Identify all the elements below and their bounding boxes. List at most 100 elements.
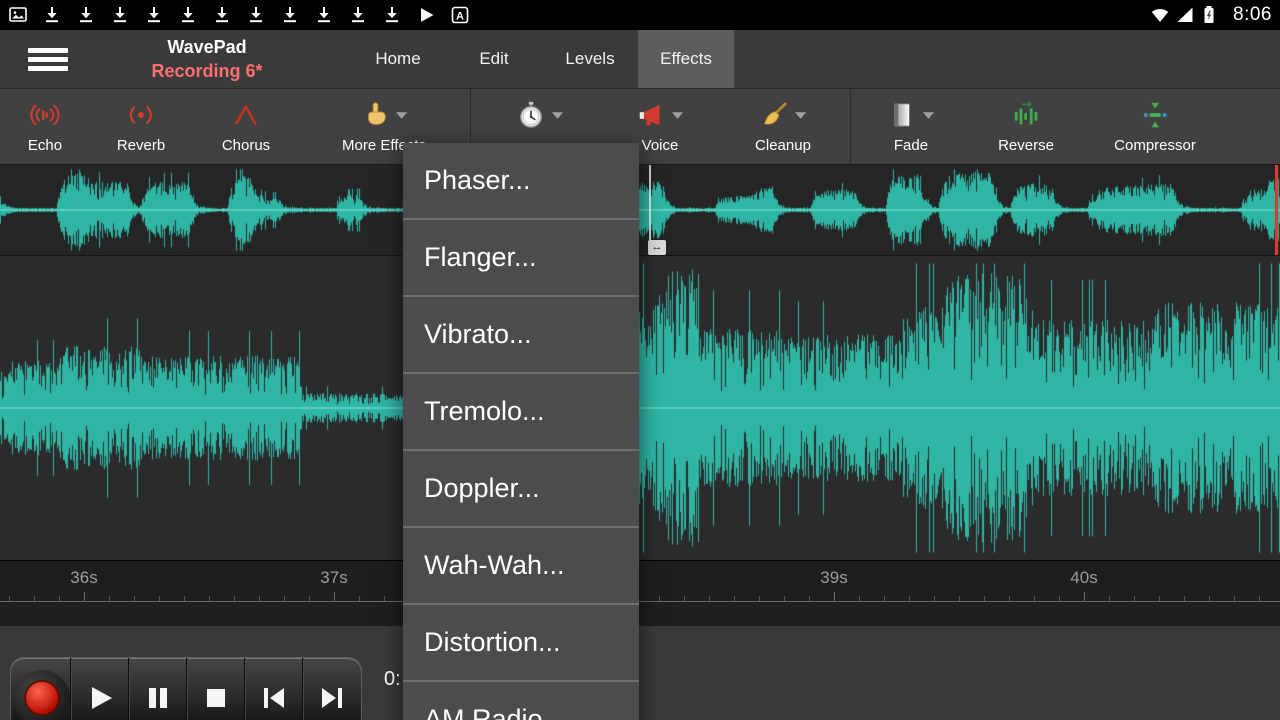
play-button[interactable] <box>70 658 128 720</box>
toolbar-item-reverb[interactable]: Reverb <box>117 89 165 164</box>
ruler-tick <box>59 596 60 601</box>
overview-marker-handle[interactable]: ↔ <box>648 240 666 255</box>
timeline-label: 36s <box>70 568 97 588</box>
menu-item-phaser[interactable]: Phaser... <box>403 143 639 220</box>
document-title: Recording 6* <box>107 59 307 83</box>
ruler-tick <box>759 596 760 601</box>
toolbar-item-fade[interactable]: Fade <box>887 89 935 164</box>
ruler-tick <box>1134 596 1135 601</box>
toolbar-item-compressor[interactable]: Compressor <box>1114 89 1196 164</box>
toolbar-item-label: Voice <box>642 137 679 154</box>
tab-home[interactable]: Home <box>350 30 446 88</box>
playback-time: 0: <box>384 668 401 691</box>
toolbar-item-icon-row <box>1140 97 1170 133</box>
timeline-ruler[interactable]: 36s37s39s40s <box>0 560 1280 626</box>
wavepad-app: A 8:06 WavePad Recording 6* HomeEditLeve… <box>0 0 1280 720</box>
toolbar-item-icon-row <box>887 97 935 133</box>
menu-item-wah-wah[interactable]: Wah-Wah... <box>403 528 639 605</box>
play-icon <box>84 682 116 714</box>
toolbar-item-icon-row <box>636 97 684 133</box>
download-icon <box>348 5 368 25</box>
hamburger-menu-icon[interactable] <box>28 44 68 74</box>
overview-end-cursor <box>1275 165 1278 255</box>
reverb-icon <box>126 100 156 130</box>
tab-edit[interactable]: Edit <box>446 30 542 88</box>
image-icon <box>8 5 28 25</box>
ruler-tick <box>384 596 385 601</box>
toolbar-item-echo[interactable]: Echo <box>28 89 62 164</box>
waveform-overview[interactable] <box>0 165 1280 255</box>
toolbar-item-reverse[interactable]: Reverse <box>998 89 1054 164</box>
system-icons-group <box>1150 5 1220 25</box>
play-icon <box>416 5 436 25</box>
skip-to-start-button[interactable] <box>244 658 302 720</box>
tab-levels[interactable]: Levels <box>542 30 638 88</box>
skip-end-icon <box>316 682 348 714</box>
voice-icon <box>636 100 666 130</box>
menu-item-doppler[interactable]: Doppler... <box>403 451 639 528</box>
toolbar-item-voice[interactable]: Voice <box>636 89 684 164</box>
stop-button[interactable] <box>186 658 244 720</box>
menu-item-vibrato[interactable]: Vibrato... <box>403 297 639 374</box>
toolbar-item-label: Compressor <box>1114 137 1196 154</box>
toolbar-item-icon-row <box>126 97 156 133</box>
download-icon <box>212 5 232 25</box>
signal-icon <box>1175 5 1195 25</box>
reverse-icon <box>1011 100 1041 130</box>
toolbar-item-icon-row <box>30 97 60 133</box>
chorus-icon <box>231 100 261 130</box>
ruler-tick <box>934 596 935 601</box>
ruler-tick <box>209 596 210 601</box>
title-block: WavePad Recording 6* <box>107 35 307 83</box>
more-effects-icon <box>360 100 390 130</box>
menu-item-distortion[interactable]: Distortion... <box>403 605 639 682</box>
waveform-main-view[interactable] <box>0 256 1280 560</box>
ruler-tick <box>959 596 960 601</box>
download-icon <box>178 5 198 25</box>
system-status-icons: 8:06 <box>1150 4 1272 26</box>
menu-item-flanger[interactable]: Flanger... <box>403 220 639 297</box>
ruler-tick <box>659 596 660 601</box>
chevron-down-icon <box>671 109 684 122</box>
chevron-down-icon <box>794 109 807 122</box>
toolbar-item-label: Reverb <box>117 137 165 154</box>
fade-icon <box>887 100 917 130</box>
tab-effects[interactable]: Effects <box>638 30 734 88</box>
stopwatch-icon <box>516 100 546 130</box>
menu-item-am-radio[interactable]: AM Radio... <box>403 682 639 720</box>
ruler-tick <box>734 596 735 601</box>
pause-icon <box>142 682 174 714</box>
compressor-icon <box>1140 100 1170 130</box>
toolbar-item-chorus[interactable]: Chorus <box>222 89 270 164</box>
pause-button[interactable] <box>128 658 186 720</box>
ruler-tick <box>1209 596 1210 601</box>
toolbar-item-icon-row <box>516 97 564 133</box>
toolbar-item-icon-row <box>231 97 261 133</box>
toolbar-item-label: Reverse <box>998 137 1054 154</box>
ruler-tick <box>34 596 35 601</box>
toolbar-item-cleanup[interactable]: Cleanup <box>755 89 811 164</box>
toolbar-item-label: Fade <box>894 137 928 154</box>
app-header: WavePad Recording 6* HomeEditLevelsEffec… <box>0 30 1280 88</box>
skip-to-end-button[interactable] <box>302 658 360 720</box>
ruler-tick <box>1234 596 1235 601</box>
toolbar-item-label: Echo <box>28 137 62 154</box>
ruler-tick <box>884 596 885 601</box>
record-button[interactable] <box>24 680 60 716</box>
ruler-tick <box>909 596 910 601</box>
ruler-tick <box>334 592 335 601</box>
toolbar-separator <box>850 89 851 164</box>
notification-icons: A <box>8 5 470 25</box>
menu-item-tremolo[interactable]: Tremolo... <box>403 374 639 451</box>
ruler-tick <box>109 596 110 601</box>
svg-text:A: A <box>456 10 464 22</box>
status-time: 8:06 <box>1233 4 1272 26</box>
download-icon <box>246 5 266 25</box>
download-icon <box>314 5 334 25</box>
battery-icon <box>1200 5 1220 25</box>
skip-start-icon <box>258 682 290 714</box>
ruler-tick <box>1109 596 1110 601</box>
download-icon <box>144 5 164 25</box>
download-icon <box>280 5 300 25</box>
ruler-tick <box>84 592 85 601</box>
